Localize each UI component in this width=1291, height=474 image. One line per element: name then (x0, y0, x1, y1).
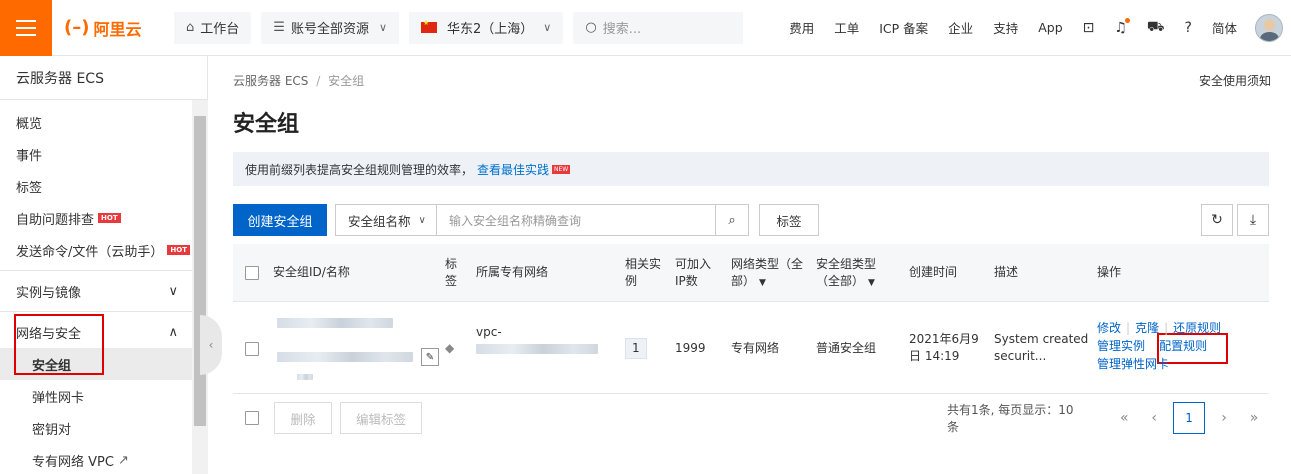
nav-tickets[interactable]: 工单 (834, 18, 859, 37)
sidebar: 云服务器 ECS 概览 事件 标签 自助问题排查 HOT 发送命令/文件（云助手）… (0, 56, 208, 474)
resources-dropdown[interactable]: ☰ 账号全部资源 ∨ (261, 11, 400, 44)
menu-icon[interactable] (0, 0, 52, 56)
sg-id-redacted[interactable] (277, 316, 393, 333)
last-page-icon[interactable]: » (1239, 410, 1269, 426)
nav-enterprise[interactable]: 企业 (948, 18, 973, 37)
tag-icon[interactable]: ◆ (445, 340, 454, 357)
sidebar-item-eni[interactable]: 弹性网卡 (0, 380, 192, 412)
modify-link[interactable]: 修改 (1097, 321, 1121, 335)
hot-badge: HOT (98, 213, 121, 223)
current-page-button[interactable]: 1 (1173, 402, 1206, 434)
edit-tags-button[interactable]: 编辑标签 (340, 402, 422, 434)
table-header: 安全组ID/名称 标签 所属专有网络 相关实例 可加入IP数 网络类型（全部） ▼… (233, 244, 1269, 302)
footer-select-all-checkbox[interactable] (245, 411, 259, 425)
search-icon: ○ (585, 20, 597, 35)
best-practice-link[interactable]: 查看最佳实践 (477, 161, 549, 178)
sidebar-item-vpc[interactable]: 专有网络 VPC ↗ (0, 444, 192, 474)
workbench-button[interactable]: ⌂ 工作台 (174, 11, 252, 44)
notice-banner: 使用前缀列表提高安全组规则管理的效率， 查看最佳实践 NEW (233, 152, 1269, 186)
nav-app[interactable]: App (1038, 20, 1062, 35)
breadcrumb: 云服务器 ECS / 安全组 (233, 74, 365, 88)
bell-icon[interactable]: ♫ (1114, 17, 1130, 36)
table-footer: 删除 编辑标签 共有1条, 每页显示：10条 « ‹ 1 › » (233, 402, 1269, 442)
pagination-summary: 共有1条, 每页显示：10条 (947, 403, 1074, 434)
sg-type-filter[interactable]: 安全组类型（全部） ▼ (816, 256, 886, 292)
home-icon: ⌂ (186, 20, 195, 35)
filter-select[interactable]: 安全组名称 ∨ (335, 204, 437, 236)
sidebar-group-instances[interactable]: 实例与镜像 ∨ (0, 275, 192, 307)
nav-support[interactable]: 支持 (993, 18, 1018, 37)
chevron-down-icon: ∨ (168, 283, 178, 299)
cart-icon[interactable]: ⛟ (1147, 19, 1165, 37)
new-badge: NEW (552, 164, 571, 174)
chevron-down-icon: ∨ (378, 21, 388, 34)
create-security-group-button[interactable]: 创建安全组 (233, 204, 327, 236)
first-page-icon[interactable]: « (1109, 410, 1139, 426)
pagination: 共有1条, 每页显示：10条 « ‹ 1 › » (947, 402, 1269, 434)
clone-link[interactable]: 克隆 (1135, 321, 1159, 335)
main-content: 云服务器 ECS / 安全组 安全使用须知 安全组 使用前缀列表提高安全组规则管… (209, 56, 1291, 474)
caret-down-icon: ▼ (759, 278, 766, 288)
instance-count[interactable]: 1 (625, 338, 647, 359)
nav-icp[interactable]: ICP 备案 (879, 18, 928, 37)
terminal-icon[interactable]: ⊡ (1083, 20, 1095, 36)
external-link-icon: ↗ (117, 452, 129, 468)
manage-eni-link[interactable]: 管理弹性网卡 (1097, 357, 1169, 371)
breadcrumb-current: 安全组 (328, 74, 365, 88)
manage-instance-link[interactable]: 管理实例 (1097, 339, 1145, 353)
select-all-checkbox[interactable] (245, 266, 259, 280)
server-icon: ☰ (273, 20, 285, 35)
sidebar-scroll-thumb[interactable] (194, 116, 206, 426)
sidebar-item-tags[interactable]: 标签 (0, 170, 192, 202)
avatar[interactable] (1255, 13, 1283, 42)
sidebar-item-keypair[interactable]: 密钥对 (0, 412, 192, 444)
security-notice-link[interactable]: 安全使用须知 (1199, 72, 1271, 89)
row-checkbox[interactable] (245, 342, 259, 356)
prev-page-icon[interactable]: ‹ (1139, 410, 1169, 426)
refresh-icon[interactable]: ↻ (1201, 204, 1233, 236)
table-row: ✎ ◆ vpc- 1 1999 专有网络 普通安全组 2021年6月9 日 14… (233, 302, 1269, 394)
toolbar: 创建安全组 安全组名称 ∨ 输入安全组名称精确查询 ⌕ 标签 ↻ ⤓ (233, 204, 1269, 236)
caret-down-icon: ▼ (868, 278, 875, 288)
search-input[interactable]: 输入安全组名称精确查询 (436, 204, 716, 236)
sidebar-group-network[interactable]: 网络与安全 ∧ (0, 316, 192, 348)
redacted-text (297, 368, 313, 385)
logo-mark-icon: (–) (64, 17, 90, 38)
network-type-filter[interactable]: 网络类型（全部） ▼ (731, 256, 807, 292)
breadcrumb-root[interactable]: 云服务器 ECS (233, 74, 308, 88)
next-page-icon[interactable]: › (1209, 410, 1239, 426)
region-dropdown[interactable]: 华东2（上海） ∨ (409, 11, 564, 44)
security-group-table: 安全组ID/名称 标签 所属专有网络 相关实例 可加入IP数 网络类型（全部） ▼… (233, 244, 1269, 394)
download-icon[interactable]: ⤓ (1237, 204, 1269, 236)
vpc-id-redacted[interactable] (476, 342, 598, 359)
search-icon[interactable]: ⌕ (715, 204, 749, 236)
delete-button[interactable]: 删除 (274, 402, 332, 434)
aliyun-logo[interactable]: (–) 阿里云 (64, 16, 164, 40)
china-flag-icon (421, 19, 438, 33)
sidebar-item-cloud-assistant[interactable]: 发送命令/文件（云助手） HOT (0, 234, 192, 266)
nav-billing[interactable]: 费用 (789, 18, 814, 37)
edit-icon[interactable]: ✎ (421, 348, 439, 366)
sidebar-item-security-group[interactable]: 安全组 (0, 348, 192, 380)
page-title: 安全组 (233, 112, 300, 137)
sidebar-item-events[interactable]: 事件 (0, 138, 192, 170)
tag-filter-button[interactable]: 标签 (759, 204, 819, 236)
chevron-down-icon: ∨ (418, 214, 426, 226)
restore-rules-link[interactable]: 还原规则 (1173, 321, 1221, 335)
sidebar-item-overview[interactable]: 概览 (0, 106, 192, 138)
global-search-input[interactable]: ○ 搜索... (573, 11, 744, 44)
sidebar-item-troubleshoot[interactable]: 自助问题排查 HOT (0, 202, 192, 234)
sidebar-title: 云服务器 ECS (0, 56, 207, 100)
chevron-up-icon: ∧ (168, 324, 178, 340)
hot-badge: HOT (167, 245, 190, 255)
config-rules-link[interactable]: 配置规则 (1159, 339, 1207, 353)
help-icon[interactable]: ? (1185, 20, 1192, 36)
sg-name-redacted (277, 350, 413, 367)
chevron-down-icon: ∨ (543, 21, 552, 34)
top-navbar: (–) 阿里云 ⌂ 工作台 ☰ 账号全部资源 ∨ 华东2（上海） ∨ ○ 搜索.… (0, 0, 1291, 56)
language-switch[interactable]: 简体 (1212, 18, 1237, 37)
